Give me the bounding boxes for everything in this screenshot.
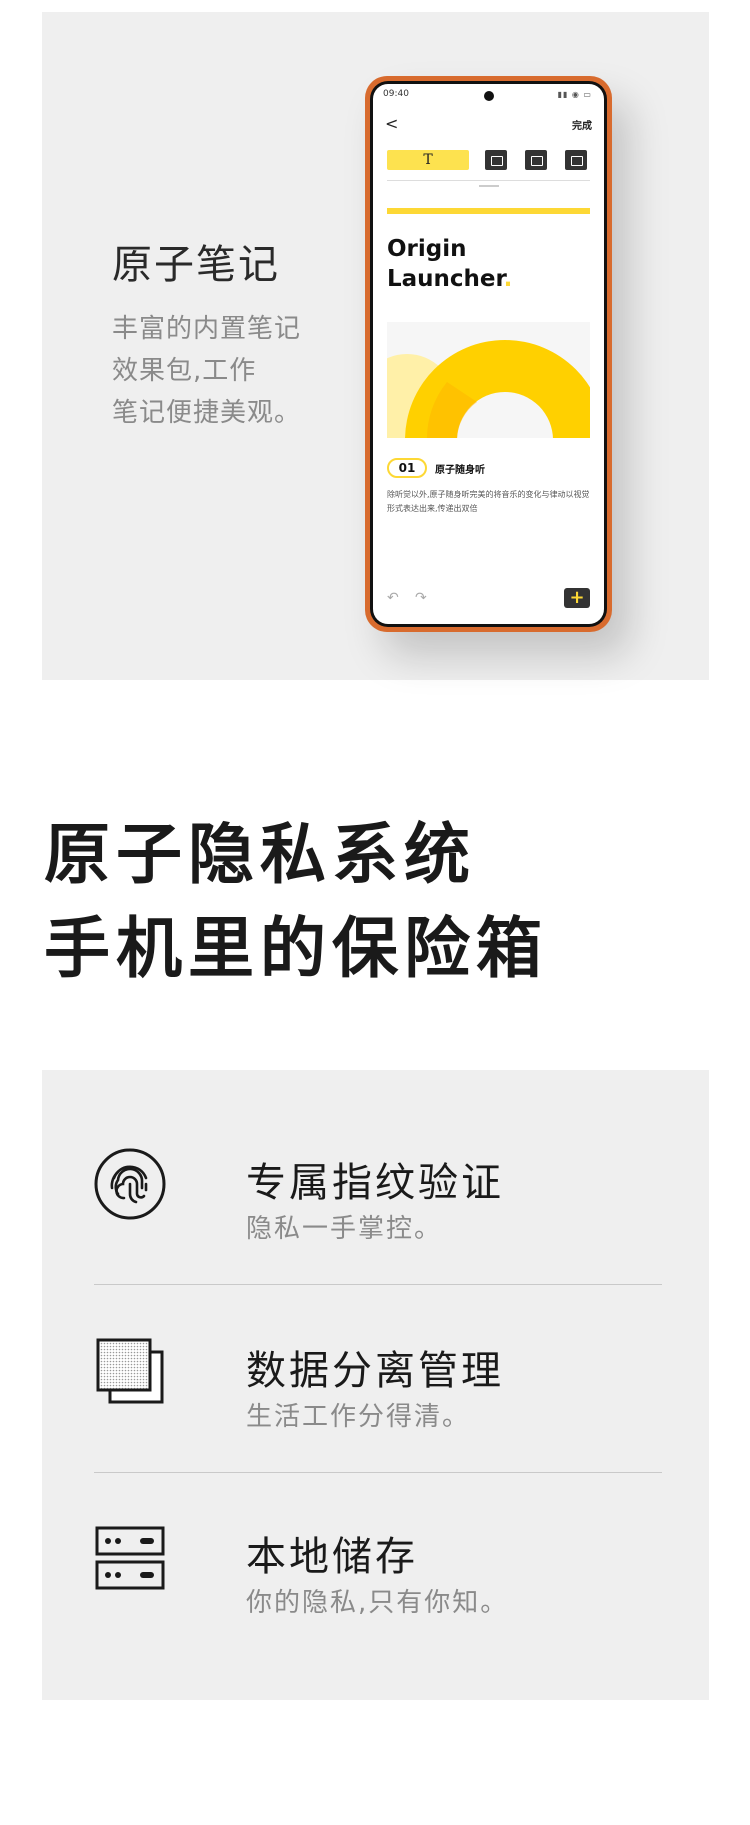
section-number-badge: 01 bbox=[387, 458, 427, 478]
layout-tool-icon[interactable] bbox=[565, 150, 587, 170]
doc-title-line2: Launcher bbox=[387, 266, 504, 292]
feature-item-data-separation: 数据分离管理 生活工作分得清。 bbox=[94, 1336, 654, 1466]
phone-screen: 09:40 ▮▮ ◉ ▭ < 完成 T Origin Launcher. 01 … bbox=[373, 84, 604, 624]
headline-line2: 手机里的保险箱 bbox=[44, 910, 548, 987]
graphic-illustration bbox=[387, 322, 590, 438]
done-button[interactable]: 完成 bbox=[572, 117, 592, 132]
headline-line1: 原子隐私系统 bbox=[44, 816, 476, 893]
camera-icon bbox=[483, 91, 494, 101]
notes-feature-title: 原子笔记 bbox=[112, 242, 280, 288]
section-title: 原子随身听 bbox=[435, 465, 485, 476]
feature-divider bbox=[94, 1472, 662, 1473]
back-button[interactable]: < bbox=[385, 114, 398, 133]
privacy-features-card: 专属指纹验证 隐私一手掌控。 数据分离管理 生活工作分得清。 本地储存 你的隐私… bbox=[42, 1070, 709, 1700]
stacked-layers-icon bbox=[96, 1338, 164, 1404]
redo-icon[interactable]: ↷ bbox=[415, 590, 427, 606]
feature-subtitle: 隐私一手掌控。 bbox=[246, 1214, 443, 1244]
undo-icon[interactable]: ↶ bbox=[387, 590, 399, 606]
notes-desc-line: 笔记便捷美观。 bbox=[112, 398, 302, 428]
fingerprint-icon bbox=[94, 1148, 166, 1220]
feature-subtitle: 你的隐私,只有你知。 bbox=[246, 1588, 509, 1618]
notes-feature-card: 原子笔记 丰富的内置笔记 效果包,工作 笔记便捷美观。 09:40 ▮▮ ◉ ▭… bbox=[42, 12, 709, 680]
feature-title: 本地储存 bbox=[246, 1534, 418, 1580]
phone-mockup: 09:40 ▮▮ ◉ ▭ < 完成 T Origin Launcher. 01 … bbox=[365, 76, 612, 632]
doc-title-line1: Origin bbox=[387, 236, 467, 262]
feature-title: 专属指纹验证 bbox=[246, 1160, 504, 1206]
section-body-text: 除听觉以外,原子随身听完美的将音乐的变化与律动以视觉形式表达出来,传递出双倍 bbox=[387, 490, 590, 513]
notes-desc-line: 效果包,工作 bbox=[112, 356, 257, 386]
server-storage-icon bbox=[95, 1526, 165, 1590]
feature-title: 数据分离管理 bbox=[246, 1348, 504, 1394]
document-title: Origin Launcher. bbox=[387, 234, 587, 294]
notes-desc-line: 丰富的内置笔记 bbox=[112, 314, 302, 344]
doc-title-dot: . bbox=[503, 266, 513, 292]
media-tool-icon[interactable] bbox=[485, 150, 507, 170]
yellow-accent-bar bbox=[387, 208, 590, 214]
add-button[interactable]: + bbox=[564, 588, 590, 608]
feature-item-fingerprint: 专属指纹验证 隐私一手掌控。 bbox=[94, 1148, 654, 1278]
divider-tool-icon[interactable] bbox=[525, 150, 547, 170]
status-icons: ▮▮ ◉ ▭ bbox=[557, 90, 592, 99]
feature-divider bbox=[94, 1284, 662, 1285]
feature-item-local-storage: 本地储存 你的隐私,只有你知。 bbox=[94, 1522, 654, 1652]
notes-feature-description: 丰富的内置笔记 效果包,工作 笔记便捷美观。 bbox=[112, 308, 352, 434]
privacy-headline: 原子隐私系统 手机里的保险箱 bbox=[44, 808, 548, 996]
drag-handle[interactable] bbox=[478, 185, 499, 187]
status-time: 09:40 bbox=[383, 89, 409, 99]
toolbar-divider bbox=[387, 180, 590, 181]
feature-subtitle: 生活工作分得清。 bbox=[246, 1402, 471, 1432]
text-style-button[interactable]: T bbox=[387, 150, 469, 170]
